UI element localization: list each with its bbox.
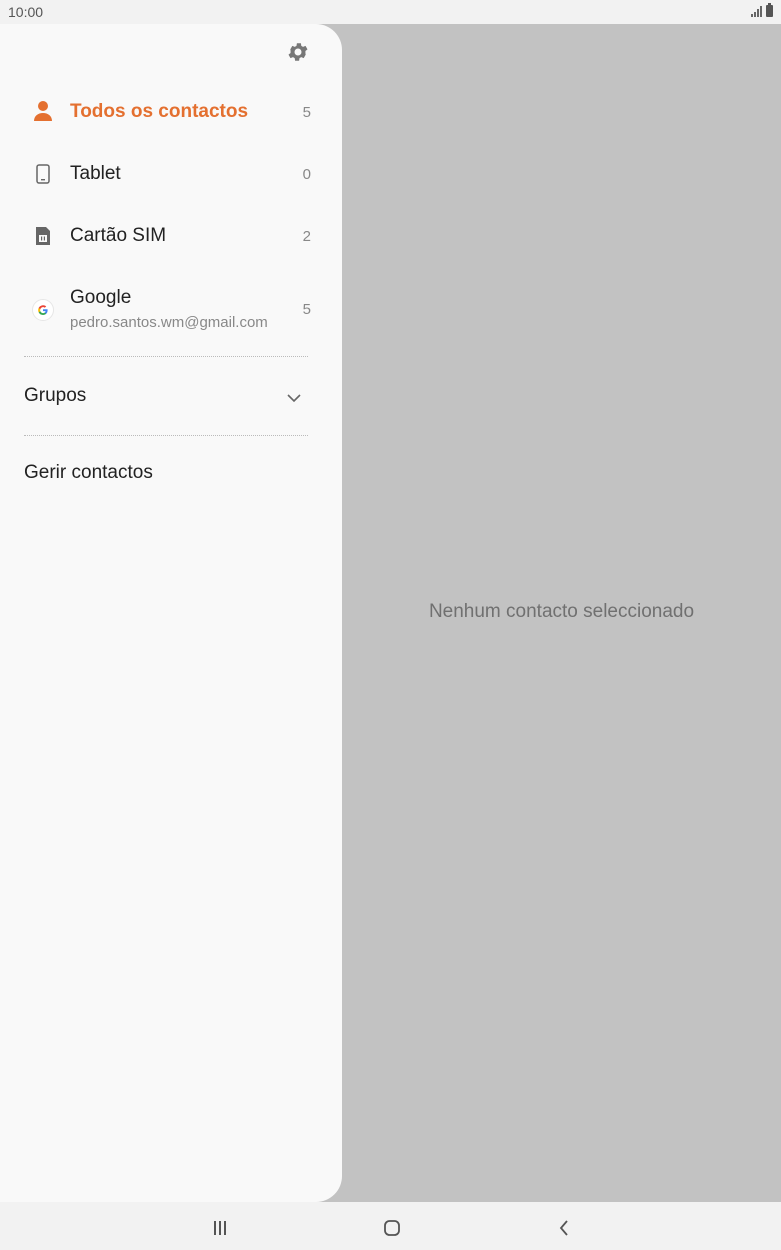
- drawer-item-label: Tablet: [70, 163, 121, 184]
- home-icon[interactable]: [380, 1216, 404, 1240]
- drawer-item-google[interactable]: Google pedro.santos.wm@gmail.com 5: [0, 280, 342, 340]
- recent-apps-icon[interactable]: [208, 1216, 232, 1240]
- drawer-item-all-contacts[interactable]: Todos os contactos 5: [0, 90, 342, 134]
- battery-icon: [766, 3, 773, 17]
- drawer-item-count: 5: [302, 301, 311, 318]
- manage-contacts-item[interactable]: Gerir contactos: [0, 452, 342, 496]
- drawer-item-tablet[interactable]: Tablet 0: [0, 152, 342, 196]
- status-icons: [751, 3, 773, 17]
- google-icon: [30, 297, 56, 323]
- navigation-drawer: Todos os contactos 5 Tablet 0 Cartão SIM…: [0, 24, 342, 1202]
- manage-contacts-label: Gerir contactos: [24, 462, 153, 483]
- drawer-item-sim-card[interactable]: Cartão SIM 2: [0, 214, 342, 258]
- settings-gear-icon[interactable]: [286, 40, 310, 64]
- system-navigation-bar: [0, 1202, 781, 1250]
- empty-message: Nenhum contacto seleccionado: [428, 601, 695, 622]
- google-account-email: pedro.santos.wm@gmail.com: [70, 314, 268, 331]
- drawer-item-label: Cartão SIM: [70, 225, 167, 246]
- groups-label: Grupos: [24, 385, 87, 406]
- drawer-item-count: 2: [302, 228, 311, 245]
- drawer-item-count: 5: [302, 104, 311, 121]
- person-icon: [30, 98, 56, 124]
- status-time: 10:00: [8, 4, 44, 20]
- tablet-icon: [30, 161, 56, 187]
- drawer-item-label: Google: [70, 287, 132, 308]
- drawer-item-label: Todos os contactos: [70, 101, 249, 122]
- sim-card-icon: [30, 223, 56, 249]
- status-bar: 10:00: [0, 0, 781, 24]
- divider: [24, 356, 308, 357]
- chevron-down-icon: [286, 390, 302, 408]
- signal-icon: [751, 5, 762, 17]
- back-icon[interactable]: [552, 1216, 576, 1240]
- divider: [24, 435, 308, 436]
- groups-expander[interactable]: Grupos: [0, 376, 342, 420]
- drawer-item-count: 0: [302, 166, 311, 183]
